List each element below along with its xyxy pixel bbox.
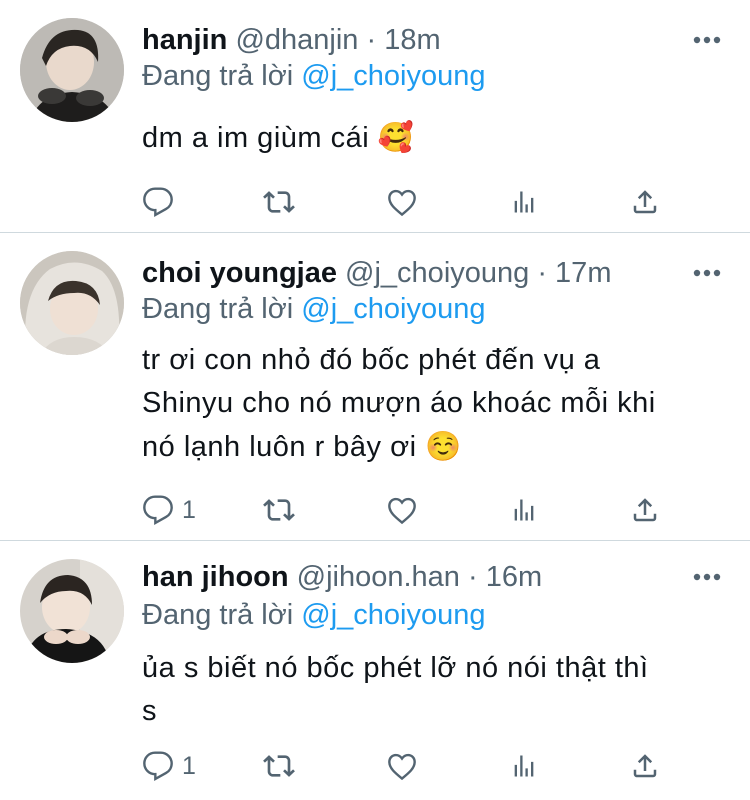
share-icon <box>633 190 657 214</box>
tweet-text-line: tr ơi con nhỏ đó bốc phét đến vụ a <box>142 344 601 376</box>
replying-to-mention[interactable]: @j_choiyoung <box>301 293 485 325</box>
tweet[interactable]: choi youngjae @j_choiyoung · 17m Đang tr… <box>0 233 750 539</box>
replying-to: Đang trả lời @j_choiyoung <box>142 56 486 96</box>
action-bar: 1 <box>0 490 750 530</box>
retweet-button[interactable] <box>262 746 296 786</box>
replying-to: Đang trả lời @j_choiyoung <box>142 289 486 329</box>
action-bar: 1 <box>0 746 750 786</box>
views-button[interactable] <box>510 490 538 530</box>
replying-to-label: Đang trả lời <box>142 60 294 92</box>
tweet-header: hanjin @dhanjin · 18m <box>142 20 441 60</box>
display-name[interactable]: choi youngjae <box>142 257 337 289</box>
views-icon <box>514 191 534 213</box>
retweet-icon <box>263 755 295 777</box>
share-icon <box>633 754 657 778</box>
reply-button[interactable] <box>142 182 174 222</box>
emoji: ☺️ <box>425 429 462 463</box>
views-button[interactable] <box>510 182 538 222</box>
reply-count: 1 <box>182 751 196 780</box>
reply-button[interactable]: 1 <box>142 490 196 530</box>
reply-icon <box>143 495 173 525</box>
more-icon[interactable] <box>692 567 722 587</box>
tweet-text: ủa s biết nó bốc phét lỡ nó nói thật thì… <box>142 647 722 733</box>
views-button[interactable] <box>510 746 538 786</box>
tweet[interactable]: hanjin @dhanjin · 18m Đang trả lời @j_ch… <box>0 0 750 232</box>
tweet-text-line: nó lạnh luôn r bây ơi <box>142 431 417 463</box>
tweet-text-line: s <box>142 695 157 727</box>
replying-to: Đang trả lời @j_choiyoung <box>142 595 486 635</box>
display-name[interactable]: hanjin <box>142 24 227 56</box>
share-button[interactable] <box>630 490 660 530</box>
like-icon <box>388 189 416 217</box>
share-icon <box>633 498 657 522</box>
retweet-icon <box>263 191 295 213</box>
reply-icon <box>143 187 173 217</box>
reply-count: 1 <box>182 495 196 524</box>
avatar[interactable] <box>20 18 124 122</box>
views-icon <box>514 499 534 521</box>
timestamp[interactable]: · 16m <box>468 561 542 593</box>
share-button[interactable] <box>630 746 660 786</box>
tweet-header: han jihoon @jihoon.han · 16m <box>142 557 542 597</box>
tweet[interactable]: han jihoon @jihoon.han · 16m Đang trả lờ… <box>0 541 750 800</box>
replying-to-label: Đang trả lời <box>142 599 294 631</box>
like-button[interactable] <box>386 182 418 222</box>
tweet-text-line: dm a im giùm cái <box>142 122 370 154</box>
retweet-button[interactable] <box>262 182 296 222</box>
like-button[interactable] <box>386 746 418 786</box>
more-icon[interactable] <box>692 30 722 50</box>
more-icon[interactable] <box>692 263 722 283</box>
tweet-header: choi youngjae @j_choiyoung · 17m <box>142 253 611 293</box>
handle[interactable]: @dhanjin <box>235 24 358 56</box>
retweet-icon <box>263 499 295 521</box>
views-icon <box>514 755 534 777</box>
reply-icon <box>143 751 173 781</box>
emoji: 🥰 <box>377 120 415 154</box>
avatar[interactable] <box>20 251 124 355</box>
tweet-text-line: Shinyu cho nó mượn áo khoác mỗi khi <box>142 387 656 419</box>
replying-to-mention[interactable]: @j_choiyoung <box>301 60 485 92</box>
replying-to-mention[interactable]: @j_choiyoung <box>301 599 485 631</box>
share-button[interactable] <box>630 182 660 222</box>
avatar[interactable] <box>20 559 124 663</box>
like-icon <box>388 753 416 781</box>
like-icon <box>388 497 416 525</box>
retweet-button[interactable] <box>262 490 296 530</box>
tweet-text-line: ủa s biết nó bốc phét lỡ nó nói thật thì <box>142 652 649 684</box>
handle[interactable]: @jihoon.han <box>297 561 460 593</box>
tweet-text: dm a im giùm cái 🥰 <box>142 116 722 160</box>
display-name[interactable]: han jihoon <box>142 561 289 593</box>
replying-to-label: Đang trả lời <box>142 293 294 325</box>
tweet-text: tr ơi con nhỏ đó bốc phét đến vụ a Shiny… <box>142 339 722 469</box>
timestamp[interactable]: · 18m <box>366 24 440 56</box>
like-button[interactable] <box>386 490 418 530</box>
reply-button[interactable]: 1 <box>142 746 196 786</box>
handle[interactable]: @j_choiyoung <box>345 257 529 289</box>
timestamp[interactable]: · 17m <box>537 257 611 289</box>
action-bar <box>0 182 750 222</box>
